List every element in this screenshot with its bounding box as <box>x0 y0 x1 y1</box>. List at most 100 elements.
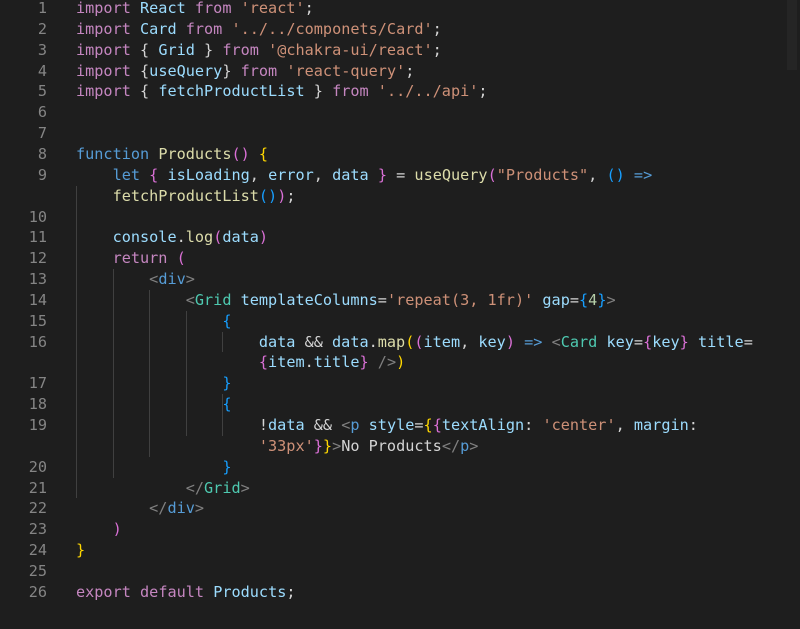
code-text[interactable]: { <box>76 394 231 415</box>
line-number: 16 <box>28 332 47 351</box>
code-text[interactable]: return ( <box>76 248 186 269</box>
code-line[interactable]: 2 import Card from '../../componets/Card'… <box>0 19 782 40</box>
indent-guide <box>76 185 77 499</box>
code-text[interactable]: import React from 'react'; <box>76 0 314 19</box>
line-number: 7 <box>37 124 47 143</box>
code-token: key <box>606 332 634 351</box>
minimap[interactable] <box>784 0 800 629</box>
code-text[interactable]: function Products() { <box>76 144 268 165</box>
code-text[interactable]: import { Grid } from '@chakra-ui/react'; <box>76 40 442 61</box>
line-number: 20 <box>28 457 47 476</box>
code-text[interactable]: import { fetchProductList } from '../../… <box>76 81 488 102</box>
code-line[interactable]: 15 { <box>0 311 782 332</box>
code-token: useQuery <box>149 61 223 80</box>
code-line[interactable]: 10 <box>0 207 782 228</box>
code-line[interactable]: 1 import React from 'react'; <box>0 0 782 19</box>
code-line[interactable]: '33px'}}>No Products</p> <box>0 436 782 457</box>
code-token: { <box>222 311 232 330</box>
code-line[interactable]: 21 </Grid> <box>0 478 782 499</box>
code-line[interactable]: 19 !data && <p style={{textAlign: 'cente… <box>0 415 782 436</box>
code-text[interactable]: ) <box>76 519 122 540</box>
code-token: import <box>76 82 131 101</box>
code-line[interactable]: 20 } <box>0 457 782 478</box>
code-token: { <box>423 416 433 434</box>
code-token: default <box>140 582 205 601</box>
line-number: 11 <box>28 228 47 247</box>
code-text[interactable]: export default Products; <box>76 582 296 603</box>
code-editor[interactable]: 1 import React from 'react'; 2 import Card … <box>0 0 800 629</box>
code-text[interactable]: } <box>76 457 231 478</box>
code-text[interactable]: let { isLoading, error, data } = useQuer… <box>76 165 653 186</box>
code-token: = <box>743 332 753 351</box>
code-line[interactable]: 6 <box>0 102 782 123</box>
code-text[interactable]: } <box>76 373 231 394</box>
code-text[interactable]: { <box>76 311 231 332</box>
code-line[interactable]: 16 data && data.map((item, key) => <Card… <box>0 332 782 353</box>
code-token: > <box>332 436 342 455</box>
code-line[interactable]: 4 import {useQuery} from 'react-query'; <box>0 61 782 82</box>
line-number: 3 <box>37 40 47 59</box>
code-line[interactable]: 12 return ( <box>0 248 782 269</box>
code-token: { <box>130 40 159 59</box>
code-line[interactable]: {item.title} />) <box>0 352 782 373</box>
code-line[interactable]: 9 let { isLoading, error, data } = useQu… <box>0 165 782 186</box>
code-text[interactable]: {item.title} />) <box>76 352 405 373</box>
code-token: } <box>313 436 323 455</box>
code-token: ) <box>277 186 287 205</box>
line-number: 15 <box>28 311 47 330</box>
code-text[interactable]: <div> <box>76 269 195 290</box>
code-token: error <box>268 165 314 184</box>
line-number: 13 <box>28 270 47 289</box>
code-text[interactable]: import {useQuery} from 'react-query'; <box>76 61 414 82</box>
code-line[interactable]: 14 <Grid templateColumns='repeat(3, 1fr)… <box>0 290 782 311</box>
code-text[interactable]: fetchProductList()); <box>76 186 296 207</box>
code-token: ( <box>405 332 415 351</box>
code-token: , <box>615 416 634 434</box>
code-text[interactable]: data && data.map((item, key) => <Card ke… <box>76 332 753 353</box>
code-text[interactable]: !data && <p style={{textAlign: 'center',… <box>76 415 698 436</box>
minimap-slider[interactable] <box>787 0 797 70</box>
code-line[interactable]: 8 function Products() { <box>0 144 782 165</box>
code-token: , <box>460 332 479 351</box>
code-token: } <box>76 541 86 560</box>
code-text[interactable]: </Grid> <box>76 478 250 499</box>
code-token: export <box>76 582 131 601</box>
code-text[interactable]: } <box>76 540 85 561</box>
code-line[interactable]: 5 import { fetchProductList } from '../..… <box>0 81 782 102</box>
code-token: No Products <box>341 436 442 455</box>
code-token: data <box>268 416 305 434</box>
code-token: > <box>469 436 479 455</box>
indent-guide <box>222 331 224 353</box>
code-token: isLoading <box>167 165 250 184</box>
code-text[interactable]: '33px'}}>No Products</p> <box>76 436 479 457</box>
code-text[interactable]: <Grid templateColumns='repeat(3, 1fr)' g… <box>76 290 616 311</box>
code-line[interactable]: 25 <box>0 561 782 582</box>
code-line[interactable]: 17 } <box>0 373 782 394</box>
code-token: 'react-query' <box>286 61 406 80</box>
code-token: = <box>633 332 644 351</box>
code-line[interactable]: fetchProductList()); <box>0 186 782 207</box>
code-token: ( <box>487 165 497 184</box>
code-line[interactable]: 24} <box>0 540 782 561</box>
code-line[interactable]: 3 import { Grid } from '@chakra-ui/react'… <box>0 40 782 61</box>
code-line[interactable]: 11 console.log(data) <box>0 227 782 248</box>
code-line[interactable]: 22 </div> <box>0 498 782 519</box>
code-text[interactable]: </div> <box>76 498 204 519</box>
code-text[interactable]: import Card from '../../componets/Card'; <box>76 19 442 40</box>
code-line[interactable]: 7 <box>0 123 782 144</box>
code-token: . <box>304 353 314 372</box>
code-line[interactable]: 18 { <box>0 394 782 415</box>
code-line[interactable]: 13 <div> <box>0 269 782 290</box>
code-line[interactable]: 23 ) <box>0 519 782 540</box>
code-line[interactable]: 26 export default Products; <box>0 582 782 603</box>
code-token: from <box>332 82 369 101</box>
code-text[interactable]: console.log(data) <box>76 227 269 248</box>
